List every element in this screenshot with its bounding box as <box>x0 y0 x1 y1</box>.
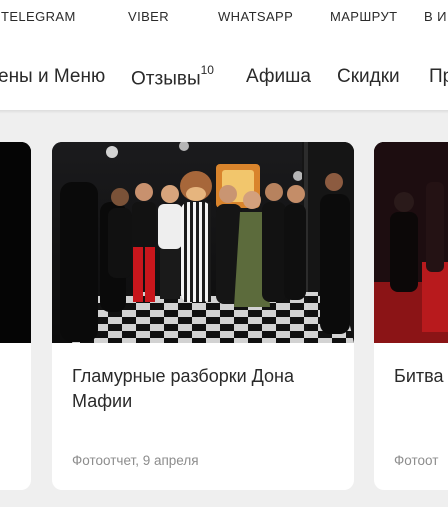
card-meta: Фотоотчет, 9 апреля <box>72 453 199 468</box>
photo-report-card[interactable]: Гламурные разборки Дона Мафии Фотоотчет,… <box>52 142 354 490</box>
card-meta: Фотоот <box>394 453 439 468</box>
nav-item-discounts-label: Скидки <box>337 66 400 87</box>
nav-item-poster[interactable]: Афиша <box>246 66 311 88</box>
nav-item-partial[interactable]: Пр <box>429 66 448 88</box>
viber-link[interactable]: VIBER <box>128 9 169 24</box>
card-photo <box>52 142 354 343</box>
card-photo <box>374 142 448 343</box>
photo-reports-carousel: Гламурные разборки Дона Мафии Фотоотчет,… <box>0 114 448 507</box>
nav-item-menu[interactable]: ены и Меню <box>0 66 105 88</box>
nav-item-reviews-label: Отзывы <box>131 68 201 90</box>
card-title: Битва <box>394 366 444 386</box>
nav-item-discounts[interactable]: Скидки <box>337 66 400 88</box>
partial-link[interactable]: В И <box>424 9 447 24</box>
whatsapp-link[interactable]: WHATSAPP <box>218 9 293 24</box>
route-link[interactable]: МАРШРУТ <box>330 9 397 24</box>
nav-item-reviews[interactable]: Отзывы10 <box>131 63 214 90</box>
contact-bar: TELEGRAM VIBER WHATSAPP МАРШРУТ В И <box>0 0 448 34</box>
reviews-count-badge: 10 <box>200 63 214 77</box>
photo-report-card-next[interactable]: Битва Фотоот <box>374 142 448 490</box>
card-photo <box>0 142 31 343</box>
nav-item-poster-label: Афиша <box>246 66 311 87</box>
main-nav: ены и Меню Отзывы10 Афиша Скидки Пр <box>0 34 448 112</box>
photo-report-card-prev[interactable] <box>0 142 31 490</box>
telegram-link[interactable]: TELEGRAM <box>1 9 76 24</box>
card-title: Гламурные разборки Дона Мафии <box>72 366 295 411</box>
nav-item-partial-label: Пр <box>429 66 448 87</box>
nav-item-menu-label: ены и Меню <box>0 66 106 87</box>
